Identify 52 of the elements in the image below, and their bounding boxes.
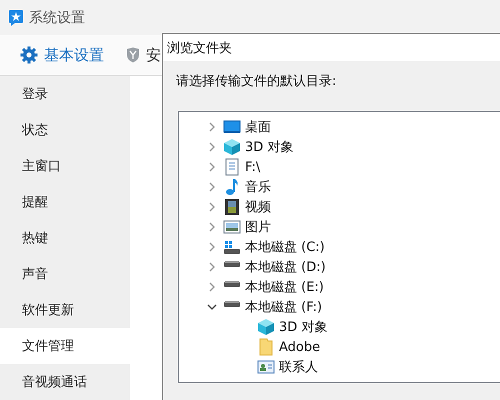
app-logo-icon: [8, 8, 24, 26]
monitor-icon: [223, 118, 241, 136]
sidebar-item[interactable]: 提醒: [0, 184, 130, 220]
chevron-right-icon[interactable]: [207, 242, 217, 252]
sidebar-item[interactable]: 状态: [0, 112, 130, 148]
chevron-right-icon[interactable]: [207, 162, 217, 172]
chevron-right-icon[interactable]: [207, 222, 217, 232]
tree-item[interactable]: 音乐: [245, 178, 271, 196]
chevron-right-icon[interactable]: [207, 142, 217, 152]
gear-icon: [20, 46, 38, 64]
sidebar-item[interactable]: 登录: [0, 76, 130, 112]
shield-icon: [126, 47, 140, 63]
tree-item[interactable]: F:\: [245, 160, 260, 174]
tree-item[interactable]: 图片: [245, 218, 271, 236]
drive-icon: [223, 260, 241, 268]
window-title: 系统设置: [29, 8, 85, 26]
tree-item[interactable]: 本地磁盘 (E:): [245, 278, 324, 296]
drive-icon: [223, 280, 241, 288]
sidebar-item[interactable]: 文件管理: [0, 328, 130, 364]
chevron-right-icon[interactable]: [207, 182, 217, 192]
chevron-down-icon[interactable]: [207, 302, 217, 312]
tree-item[interactable]: 联系人: [279, 358, 318, 376]
settings-tab[interactable]: 基本设置: [20, 46, 104, 64]
sidebar-item[interactable]: 软件更新: [0, 292, 130, 328]
tree-item[interactable]: 本地磁盘 (F:): [245, 298, 322, 316]
film-icon: [223, 198, 241, 216]
chevron-right-icon[interactable]: [207, 282, 217, 292]
contact-card-icon: [257, 358, 275, 376]
dialog-title: 浏览文件夹: [167, 40, 232, 56]
tree-item[interactable]: 3D 对象: [279, 318, 328, 336]
tree-item[interactable]: 3D 对象: [245, 138, 294, 156]
chevron-right-icon[interactable]: [207, 262, 217, 272]
folder-icon: [257, 338, 275, 356]
drive-icon: [223, 300, 241, 308]
sidebar-item[interactable]: 声音: [0, 256, 130, 292]
sidebar-item[interactable]: 主窗口: [0, 148, 130, 184]
tree-item[interactable]: 本地磁盘 (D:): [245, 258, 326, 276]
cube-icon: [223, 138, 241, 156]
tree-item[interactable]: 视频: [245, 198, 271, 216]
drive-icon: [223, 238, 241, 256]
sidebar-item[interactable]: 音视频通话: [0, 364, 130, 400]
tree-item[interactable]: Adobe: [279, 340, 320, 354]
document-icon: [223, 158, 241, 176]
chevron-right-icon[interactable]: [207, 122, 217, 132]
tree-item[interactable]: 桌面: [245, 118, 271, 136]
chevron-right-icon[interactable]: [207, 202, 217, 212]
image-icon: [223, 218, 241, 236]
dialog-prompt: 请选择传输文件的默认目录:: [176, 73, 338, 90]
tree-item[interactable]: 本地磁盘 (C:): [245, 238, 325, 256]
settings-tab[interactable]: 安: [126, 46, 161, 64]
sidebar-item[interactable]: 热键: [0, 220, 130, 256]
cube-icon: [257, 318, 275, 336]
